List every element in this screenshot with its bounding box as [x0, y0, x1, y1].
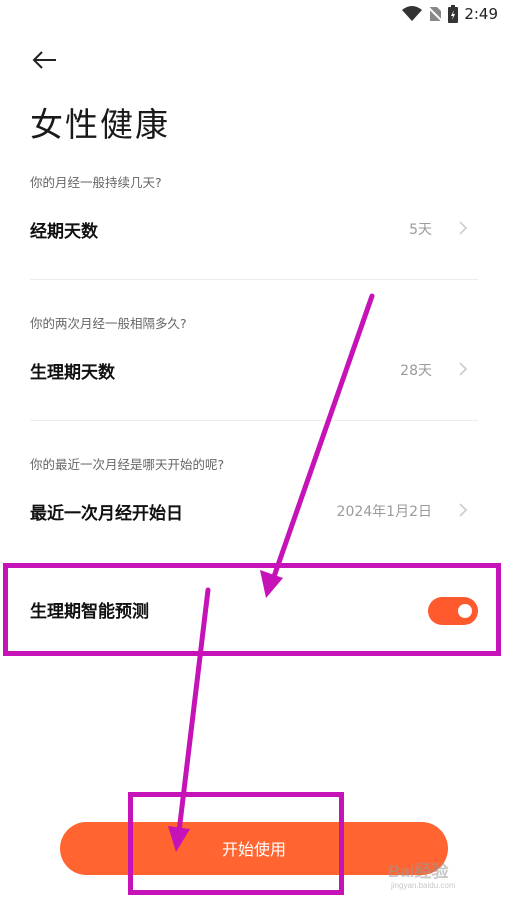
annotation-box-toggle	[3, 563, 501, 656]
cycle-length-question: 你的两次月经一般相隔多久?	[30, 316, 187, 331]
status-icons: 2:49	[402, 4, 498, 24]
divider	[30, 279, 478, 280]
annotation-arrow-line	[267, 293, 375, 591]
period-length-row[interactable]: 经期天数 5天	[0, 205, 508, 251]
last-period-row[interactable]: 最近一次月经开始日 2024年1月2日	[0, 487, 508, 533]
cycle-length-value: 28天	[400, 363, 432, 379]
annotation-box-button	[128, 792, 344, 895]
back-arrow-icon	[32, 51, 56, 69]
wifi-icon	[402, 6, 423, 21]
cycle-length-label: 生理期天数	[30, 363, 115, 383]
last-period-question: 你的最近一次月经是哪天开始的呢?	[30, 457, 225, 472]
last-period-value: 2024年1月2日	[336, 504, 432, 520]
watermark-text: Bai经验	[388, 862, 449, 881]
watermark-url: jingyan.baidu.com	[391, 881, 456, 890]
period-length-label: 经期天数	[30, 222, 98, 242]
period-length-question: 你的月经一般持续几天?	[30, 175, 162, 190]
chevron-right-icon	[459, 503, 468, 517]
no-sim-icon	[428, 6, 443, 22]
divider	[30, 420, 478, 421]
back-button[interactable]	[28, 44, 60, 76]
chevron-right-icon	[459, 362, 468, 376]
period-length-value: 5天	[409, 222, 432, 238]
battery-charging-icon	[448, 5, 459, 23]
status-bar: 2:49	[0, 0, 508, 30]
chevron-right-icon	[459, 221, 468, 235]
status-time: 2:49	[464, 5, 498, 23]
cycle-length-row[interactable]: 生理期天数 28天	[0, 346, 508, 392]
baidu-jingyan-watermark: Bai经验 jingyan.baidu.com	[388, 855, 483, 895]
page-title: 女性健康	[30, 105, 170, 144]
last-period-label: 最近一次月经开始日	[30, 504, 183, 524]
